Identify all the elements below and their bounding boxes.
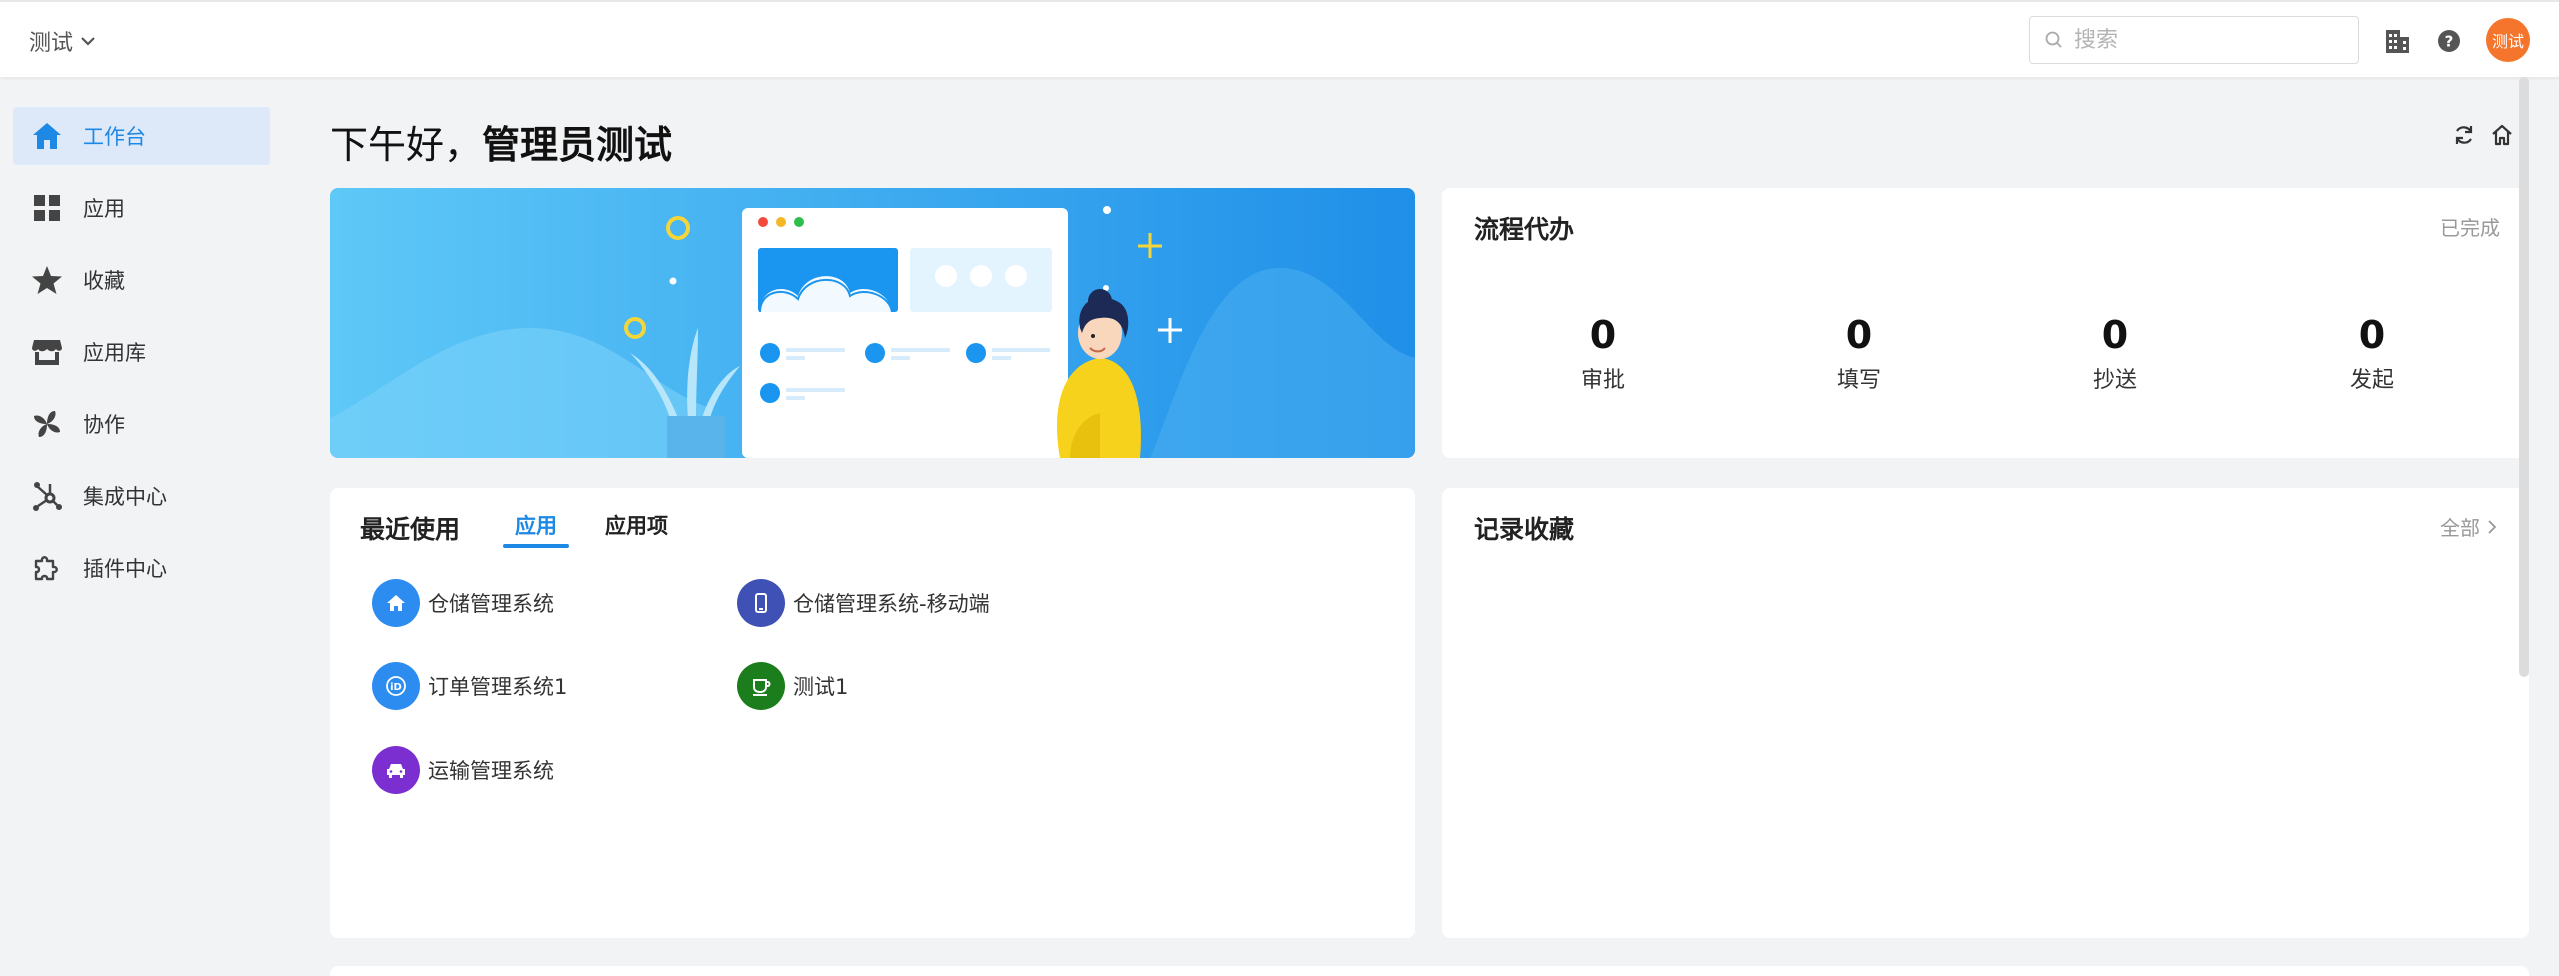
app-name: 仓储管理系统: [428, 592, 554, 616]
recent-app-item[interactable]: 测试1: [737, 661, 848, 711]
search-box[interactable]: [2029, 16, 2359, 64]
hub-icon: [33, 482, 62, 511]
org-switcher[interactable]: 测试: [29, 26, 97, 56]
stat-cc-value: 0: [2101, 313, 2129, 357]
recent-app-item[interactable]: 仓储管理系统: [372, 578, 554, 628]
refresh-icon[interactable]: [2451, 122, 2477, 148]
store-icon: [32, 340, 62, 365]
stat-cc-label: 抄送: [2092, 368, 2137, 393]
greeting: 下午好，管理员测试: [330, 123, 673, 167]
stat-fill-value: 0: [1845, 313, 1873, 357]
stat-approve-label: 审批: [1580, 368, 1625, 393]
star-icon: [32, 266, 62, 294]
stat-cc[interactable]: 0 抄送: [2055, 310, 2175, 394]
favorites-card: 记录收藏 全部: [1442, 488, 2529, 938]
recent-app-item[interactable]: iD 订单管理系统1: [372, 661, 567, 711]
next-section-card: [330, 966, 2529, 976]
sidebar-item-integration[interactable]: 集成中心: [13, 467, 270, 525]
recent-title: 最近使用: [360, 515, 461, 544]
recent-app-item[interactable]: 仓储管理系统-移动端: [737, 578, 990, 628]
workflow-title: 流程代办: [1474, 215, 1575, 244]
tab-apps[interactable]: 应用: [515, 510, 557, 540]
view-all-link[interactable]: 全部: [2440, 512, 2500, 541]
sidebar: 工作台 应用 收藏 应用库 协作 集成中心 插件中心: [0, 77, 290, 976]
app-name: 测试1: [793, 675, 849, 699]
app-name: 订单管理系统1: [428, 675, 568, 699]
sidebar-item-plugins[interactable]: 插件中心: [13, 539, 270, 597]
home-outline-icon[interactable]: [2489, 122, 2515, 148]
top-bar: 测试 ? 测试: [0, 0, 2559, 77]
banner-illustration-icon: [330, 188, 1415, 458]
search-input[interactable]: [2074, 27, 2344, 53]
avatar[interactable]: 测试: [2486, 18, 2530, 62]
chevron-right-icon: [2488, 519, 2497, 534]
search-icon: [2045, 31, 2062, 48]
completed-link[interactable]: 已完成: [2440, 212, 2500, 241]
sidebar-item-apps[interactable]: 应用: [13, 179, 270, 237]
stat-approve[interactable]: 0 审批: [1543, 310, 1663, 394]
house-icon: [372, 579, 420, 627]
car-icon: [372, 746, 420, 794]
mobile-icon: [737, 579, 785, 627]
sidebar-item-workbench[interactable]: 工作台: [13, 107, 270, 165]
puzzle-icon: [34, 556, 58, 581]
org-name: 测试: [29, 31, 74, 56]
grid-icon: [34, 195, 60, 221]
recent-app-item[interactable]: 运输管理系统: [372, 745, 554, 795]
pinwheel-icon: [34, 411, 60, 437]
stat-initiate-value: 0: [2358, 313, 2386, 357]
scrollbar[interactable]: [2519, 77, 2529, 677]
home-icon: [33, 123, 61, 149]
svg-text:iD: iD: [390, 682, 402, 693]
tab-app-items[interactable]: 应用项: [605, 510, 668, 540]
stat-fill-label: 填写: [1836, 368, 1881, 393]
sidebar-item-favorites[interactable]: 收藏: [13, 251, 270, 309]
cup-icon: [737, 662, 785, 710]
stat-initiate-label: 发起: [2349, 368, 2394, 393]
stat-approve-value: 0: [1589, 313, 1617, 357]
welcome-banner: [330, 188, 1415, 458]
stat-initiate[interactable]: 0 发起: [2312, 310, 2432, 394]
user-name: 管理员测试: [482, 123, 673, 167]
svg-text:?: ?: [2445, 33, 2454, 51]
app-name: 运输管理系统: [428, 759, 554, 783]
tab-active-indicator: [503, 544, 569, 548]
sidebar-item-collaboration[interactable]: 协作: [13, 395, 270, 453]
recent-card: 最近使用: [330, 488, 1415, 938]
app-name: 仓储管理系统-移动端: [793, 592, 990, 616]
help-icon[interactable]: ?: [2434, 26, 2464, 56]
building-icon[interactable]: [2382, 26, 2412, 56]
id-icon: iD: [372, 662, 420, 710]
sidebar-item-app-store[interactable]: 应用库: [13, 323, 270, 381]
chevron-down-icon: [81, 37, 95, 46]
favorites-title: 记录收藏: [1474, 515, 1575, 544]
stat-fill[interactable]: 0 填写: [1799, 310, 1919, 394]
